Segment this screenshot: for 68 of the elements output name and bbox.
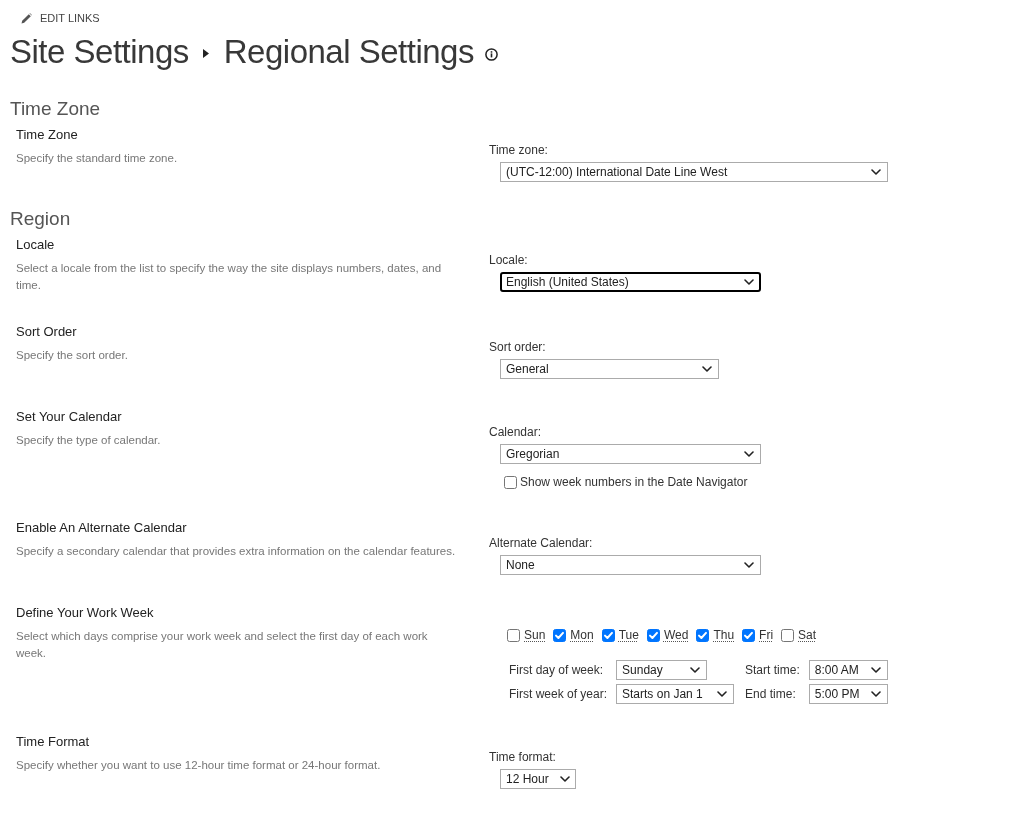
pencil-icon: [21, 12, 32, 24]
field-label: End time:: [745, 686, 796, 702]
info-icon[interactable]: [484, 47, 498, 61]
dropdown[interactable]: Sunday: [616, 660, 708, 680]
section-description: Specify the type of calendar.: [16, 433, 162, 448]
breadcrumb-arrow-icon: [202, 48, 209, 58]
chevron-down-icon: [717, 691, 728, 697]
chevron-down-icon: [560, 776, 570, 782]
checkbox[interactable]: [742, 628, 756, 642]
weekday-label[interactable]: Sun: [524, 627, 546, 643]
checkbox[interactable]: [507, 628, 520, 642]
weekday-label[interactable]: Sat: [798, 627, 817, 643]
page-title: Regional Settings: [223, 32, 474, 72]
section-description: Specify the sort order.: [16, 348, 129, 363]
chevron-down-icon: [744, 279, 754, 285]
chevron-down-icon: [870, 691, 881, 697]
section-title: Enable An Alternate Calendar: [16, 519, 187, 537]
checkbox[interactable]: [504, 475, 517, 489]
section-title: Time Zone: [16, 126, 78, 144]
chevron-down-icon: [690, 667, 701, 673]
dropdown[interactable]: 8:00 AM: [808, 660, 888, 680]
checkbox[interactable]: [553, 628, 567, 642]
section-title: Set Your Calendar: [16, 408, 122, 426]
chevron-down-icon: [744, 562, 754, 568]
breadcrumb-link[interactable]: Site Settings: [10, 32, 189, 72]
section-title: Time Format: [16, 733, 90, 751]
group-heading: Time Zone: [10, 97, 101, 121]
field-label: Time format:: [489, 749, 556, 765]
section-title: Locale: [16, 236, 55, 254]
dropdown[interactable]: None: [500, 555, 761, 575]
edit-links-link[interactable]: EDIT LINKS: [40, 11, 100, 25]
field-label: Sort order:: [489, 339, 546, 355]
dropdown[interactable]: English (United States): [500, 272, 761, 292]
dropdown[interactable]: General: [500, 359, 719, 379]
dropdown[interactable]: 5:00 PM: [808, 684, 888, 704]
chevron-down-icon: [870, 667, 881, 673]
checkbox[interactable]: [781, 628, 795, 642]
section-description: Select which days comprise your work week and select the first day of each work week.: [16, 629, 429, 661]
section-title: Define Your Work Week: [16, 604, 154, 622]
field-label: First week of year:: [509, 686, 608, 702]
field-label: Calendar:: [489, 424, 542, 440]
section-description: Specify the standard time zone.: [16, 151, 179, 166]
weekday-label[interactable]: Tue: [618, 627, 639, 643]
checkbox[interactable]: [696, 628, 710, 642]
dropdown[interactable]: Starts on Jan 1: [616, 684, 735, 704]
section-description: Select a locale from the list to specify the way the site displays numbers, dates, and time.: [16, 261, 443, 293]
field-label: Start time:: [745, 662, 800, 678]
weekday-label[interactable]: Wed: [663, 627, 689, 643]
section-title: Sort Order: [16, 323, 77, 341]
checkbox-label[interactable]: Show week numbers in the Date Navigator: [520, 474, 748, 490]
field-label: First day of week:: [509, 662, 604, 678]
weekday-label[interactable]: Mon: [570, 627, 594, 643]
dropdown[interactable]: 12 Hour: [500, 769, 576, 789]
group-heading: Region: [10, 207, 71, 231]
chevron-down-icon: [744, 451, 754, 457]
weekday-label[interactable]: Fri: [759, 627, 774, 643]
weekday-label[interactable]: Thu: [713, 627, 735, 643]
dropdown[interactable]: Gregorian: [500, 444, 761, 464]
chevron-down-icon: [702, 366, 712, 372]
field-label: Alternate Calendar:: [489, 535, 593, 551]
checkbox[interactable]: [601, 628, 615, 642]
checkbox[interactable]: [646, 628, 660, 642]
field-label: Locale:: [489, 252, 528, 268]
section-description: Specify a secondary calendar that provides extra information on the calendar features.: [16, 544, 457, 559]
section-description: Specify whether you want to use 12-hour time format or 24-hour format.: [16, 758, 382, 773]
dropdown[interactable]: (UTC-12:00) International Date Line West: [500, 162, 888, 182]
field-label: Time zone:: [489, 142, 548, 158]
chevron-down-icon: [871, 169, 881, 175]
